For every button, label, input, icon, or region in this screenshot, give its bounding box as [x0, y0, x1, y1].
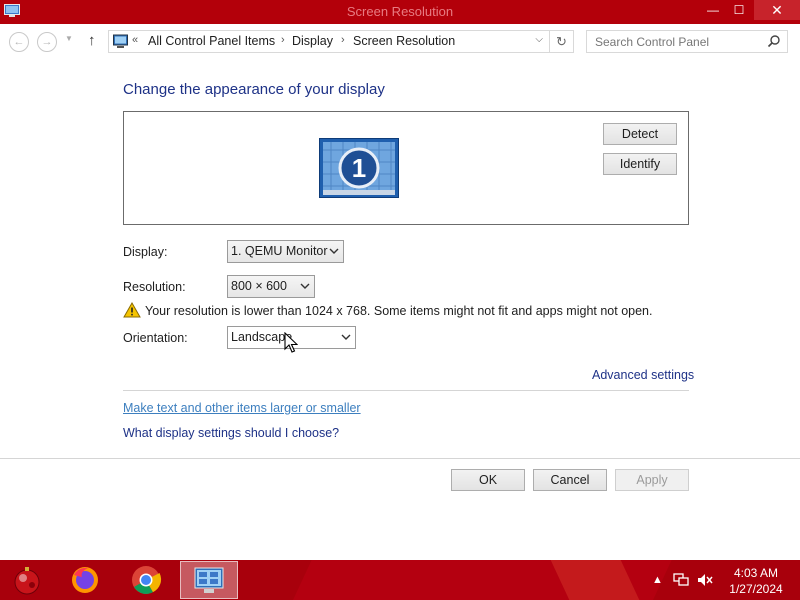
breadcrumb-overflow-icon[interactable]: «: [132, 34, 138, 46]
breadcrumb-separator[interactable]: ›: [281, 34, 285, 46]
footer-divider: [0, 458, 800, 459]
divider: [123, 390, 689, 391]
address-dropdown-icon[interactable]: ⌵: [535, 34, 543, 45]
taskbar: ▲: [0, 560, 800, 600]
clock-date: 1/27/2024: [729, 582, 783, 596]
orientation-select-value: Landscape: [231, 330, 293, 344]
warning-icon: [123, 302, 141, 318]
display-preview: 1 Detect Identify: [123, 111, 689, 225]
forward-button[interactable]: →: [37, 32, 57, 52]
identify-button[interactable]: Identify: [603, 153, 677, 175]
recent-locations-icon[interactable]: ▼: [65, 34, 73, 43]
display-select-value: 1. QEMU Monitor: [231, 244, 328, 258]
mouse-cursor-icon: [284, 332, 298, 353]
monitor-icon[interactable]: 1: [319, 138, 399, 198]
window-title: Screen Resolution: [346, 4, 454, 19]
back-button[interactable]: ←: [9, 32, 29, 52]
control-panel-icon: [194, 567, 224, 593]
chevron-up-icon[interactable]: ▲: [652, 574, 663, 586]
resolution-label: Resolution:: [123, 280, 186, 294]
display-label: Display:: [123, 245, 168, 259]
search-icon: [767, 35, 780, 48]
search-input[interactable]: Search Control Panel: [586, 30, 788, 53]
display-select[interactable]: 1. QEMU Monitor: [227, 240, 344, 263]
resolution-select[interactable]: 800 × 600: [227, 275, 315, 298]
close-button[interactable]: ✕: [754, 0, 800, 20]
ok-button[interactable]: OK: [451, 469, 525, 491]
breadcrumb-screen-resolution[interactable]: Screen Resolution: [353, 34, 455, 48]
search-placeholder: Search Control Panel: [595, 35, 710, 49]
cancel-button[interactable]: Cancel: [533, 469, 607, 491]
maximize-button[interactable]: ☐: [726, 0, 752, 20]
help-link[interactable]: What display settings should I choose?: [123, 426, 339, 440]
volume-muted-icon[interactable]: [697, 573, 713, 587]
network-icon[interactable]: [673, 573, 689, 587]
chrome-icon[interactable]: [129, 563, 163, 597]
firefox-icon[interactable]: [68, 563, 102, 597]
up-arrow-icon[interactable]: ↑: [88, 32, 96, 49]
detect-button[interactable]: Detect: [603, 123, 677, 145]
minimize-button[interactable]: —: [700, 0, 726, 20]
breadcrumb-all-items[interactable]: All Control Panel Items: [148, 34, 275, 48]
start-orb-icon[interactable]: [10, 563, 44, 597]
page-title: Change the appearance of your display: [123, 81, 385, 98]
address-bar[interactable]: « All Control Panel Items › Display › Sc…: [108, 30, 550, 53]
text-size-link[interactable]: Make text and other items larger or smal…: [123, 401, 361, 415]
control-panel-icon: [113, 34, 128, 48]
orientation-label: Orientation:: [123, 331, 188, 345]
apply-button[interactable]: Apply: [615, 469, 689, 491]
breadcrumb-separator[interactable]: ›: [341, 34, 345, 46]
chevron-down-icon: [341, 334, 351, 340]
monitor-number: 1: [352, 153, 366, 183]
resolution-select-value: 800 × 600: [231, 279, 287, 293]
clock-time: 4:03 AM: [733, 566, 779, 580]
refresh-button[interactable]: ↻: [550, 30, 574, 53]
control-panel-taskbar-button[interactable]: [180, 561, 238, 599]
chevron-down-icon: [329, 248, 339, 254]
advanced-settings-link[interactable]: Advanced settings: [592, 368, 694, 382]
title-bar: Screen Resolution — ☐ ✕: [0, 0, 800, 24]
chevron-down-icon: [300, 283, 310, 289]
resolution-warning: Your resolution is lower than 1024 x 768…: [145, 304, 653, 318]
taskbar-clock[interactable]: 4:03 AM 1/27/2024: [720, 565, 792, 597]
breadcrumb-display[interactable]: Display: [292, 34, 333, 48]
